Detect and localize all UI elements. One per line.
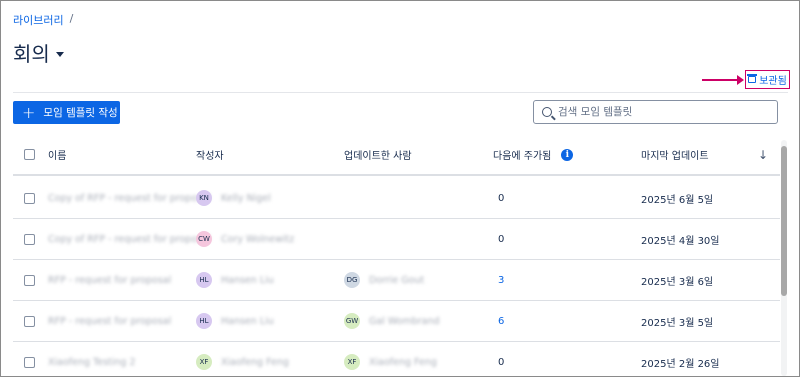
- author-cell: HL Hansen Liu: [196, 260, 274, 300]
- table-row[interactable]: Copy of RFP - request for proposal KN Kell…: [13, 178, 780, 219]
- template-name[interactable]: Copy of RFP - request for proposal: [48, 219, 211, 259]
- avatar: HL: [196, 272, 212, 288]
- count-value: 0: [498, 356, 505, 368]
- row-checkbox-cell: [24, 342, 35, 377]
- header-updated-by[interactable]: 업데이트한 사람: [344, 135, 412, 174]
- avatar: XF: [196, 354, 212, 370]
- next-added-count: 0: [498, 219, 504, 259]
- last-updated-date: 2025년 4월 30일: [641, 235, 720, 247]
- table-row[interactable]: Copy of RFP - request for proposal CW Cory…: [13, 219, 780, 260]
- count-value: 0: [498, 192, 505, 204]
- divider: [13, 92, 788, 93]
- breadcrumb-separator: /: [69, 12, 74, 25]
- next-added-count: 0: [498, 178, 504, 218]
- header-next-added-label: 다음에 주가됨: [493, 151, 552, 162]
- updater-cell: GW Gal Wombrand: [344, 301, 440, 341]
- search-input[interactable]: [558, 106, 758, 118]
- search-box[interactable]: [533, 100, 778, 124]
- last-updated-date: 2025년 2월 26일: [641, 358, 720, 370]
- avatar: KN: [196, 190, 212, 206]
- breadcrumb: 라이브러리 /: [13, 12, 73, 28]
- author-cell: CW Cory Wolnewitz: [196, 219, 294, 259]
- updater-name: Xiaofeng Feng: [369, 356, 437, 368]
- row-checkbox-cell: [24, 219, 35, 259]
- author-name: Cory Wolnewitz: [221, 233, 295, 245]
- count-value: 6: [498, 315, 505, 327]
- row-checkbox[interactable]: [24, 356, 35, 368]
- page-title-dropdown[interactable]: 회의: [13, 38, 64, 67]
- info-icon[interactable]: i: [561, 148, 574, 161]
- header-last-updated[interactable]: 마지막 업데이트: [641, 135, 709, 174]
- template-name[interactable]: RFP - request for proposal: [48, 260, 171, 300]
- table-row[interactable]: RFP - request for proposal HL Hansen Liu DG…: [13, 260, 780, 301]
- author-name: Hansen Liu: [221, 274, 274, 286]
- archived-label: 보관됨: [759, 76, 787, 87]
- row-checkbox-cell: [24, 260, 35, 300]
- template-name[interactable]: Copy of RFP - request for proposal: [48, 178, 211, 218]
- updater-name: Dorrie Gout: [369, 274, 425, 286]
- updater-cell: DG Dorrie Gout: [344, 260, 424, 300]
- header-author[interactable]: 작성자: [196, 135, 224, 174]
- row-checkbox-cell: [24, 178, 35, 218]
- row-checkbox-cell: [24, 301, 35, 341]
- author-name: Kelly Nigel: [221, 192, 271, 204]
- row-checkbox[interactable]: [24, 233, 35, 245]
- next-added-count[interactable]: 6: [498, 301, 504, 341]
- header-next-added[interactable]: 다음에 주가됨 i: [493, 135, 574, 174]
- plus-icon: +: [22, 102, 36, 122]
- updater-name: Gal Wombrand: [369, 315, 440, 327]
- author-name: Xiaofeng Feng: [221, 356, 289, 368]
- vertical-scrollbar[interactable]: [781, 140, 787, 376]
- avatar: XF: [344, 354, 360, 370]
- last-updated-date: 2025년 3월 5일: [641, 317, 714, 329]
- select-all-cell: [24, 135, 35, 174]
- count-value: 0: [498, 233, 505, 245]
- author-name: Hansen Liu: [221, 315, 274, 327]
- template-name[interactable]: Xiaofeng Testing 2: [48, 342, 136, 377]
- breadcrumb-library-link[interactable]: 라이브러리: [13, 12, 64, 28]
- avatar: DG: [344, 272, 360, 288]
- page-title: 회의: [13, 42, 50, 66]
- archived-link[interactable]: 보관됨: [745, 70, 790, 89]
- row-checkbox[interactable]: [24, 315, 35, 327]
- row-checkbox[interactable]: [24, 192, 35, 204]
- scrollbar-thumb[interactable]: [781, 146, 787, 296]
- template-name[interactable]: RFP - request for proposal: [48, 301, 171, 341]
- last-updated-date: 2025년 3월 6일: [641, 276, 714, 288]
- table-row[interactable]: RFP - request for proposal HL Hansen Liu GW…: [13, 301, 780, 342]
- create-button-label: 모임 템플릿 작성: [43, 107, 118, 119]
- header-name[interactable]: 이름: [48, 135, 66, 174]
- archive-icon: [747, 74, 758, 83]
- updater-cell: XF Xiaofeng Feng: [344, 342, 437, 377]
- author-cell: XF Xiaofeng Feng: [196, 342, 289, 377]
- select-all-checkbox[interactable]: [24, 149, 35, 160]
- search-icon: [542, 107, 552, 117]
- author-cell: HL Hansen Liu: [196, 301, 274, 341]
- sort-arrow-down-icon[interactable]: ↓: [758, 135, 768, 174]
- row-checkbox[interactable]: [24, 274, 35, 286]
- annotation-arrow: [702, 75, 744, 85]
- last-updated-date: 2025년 6월 5일: [641, 194, 714, 206]
- avatar: CW: [196, 231, 212, 247]
- next-added-count: 0: [498, 342, 504, 377]
- avatar: GW: [344, 313, 360, 329]
- create-meeting-template-button[interactable]: + 모임 템플릿 작성: [13, 101, 120, 124]
- table-row[interactable]: Xiaofeng Testing 2 XF Xiaofeng Feng XF Xiaof…: [13, 342, 780, 377]
- count-value: 3: [498, 274, 505, 286]
- caret-down-icon[interactable]: [55, 52, 64, 57]
- next-added-count[interactable]: 3: [498, 260, 504, 300]
- avatar: HL: [196, 313, 212, 329]
- author-cell: KN Kelly Nigel: [196, 178, 271, 218]
- table-header-row: 이름 작성자 업데이트한 사람 다음에 주가됨 i 마지막 업데이트 ↓: [13, 135, 780, 176]
